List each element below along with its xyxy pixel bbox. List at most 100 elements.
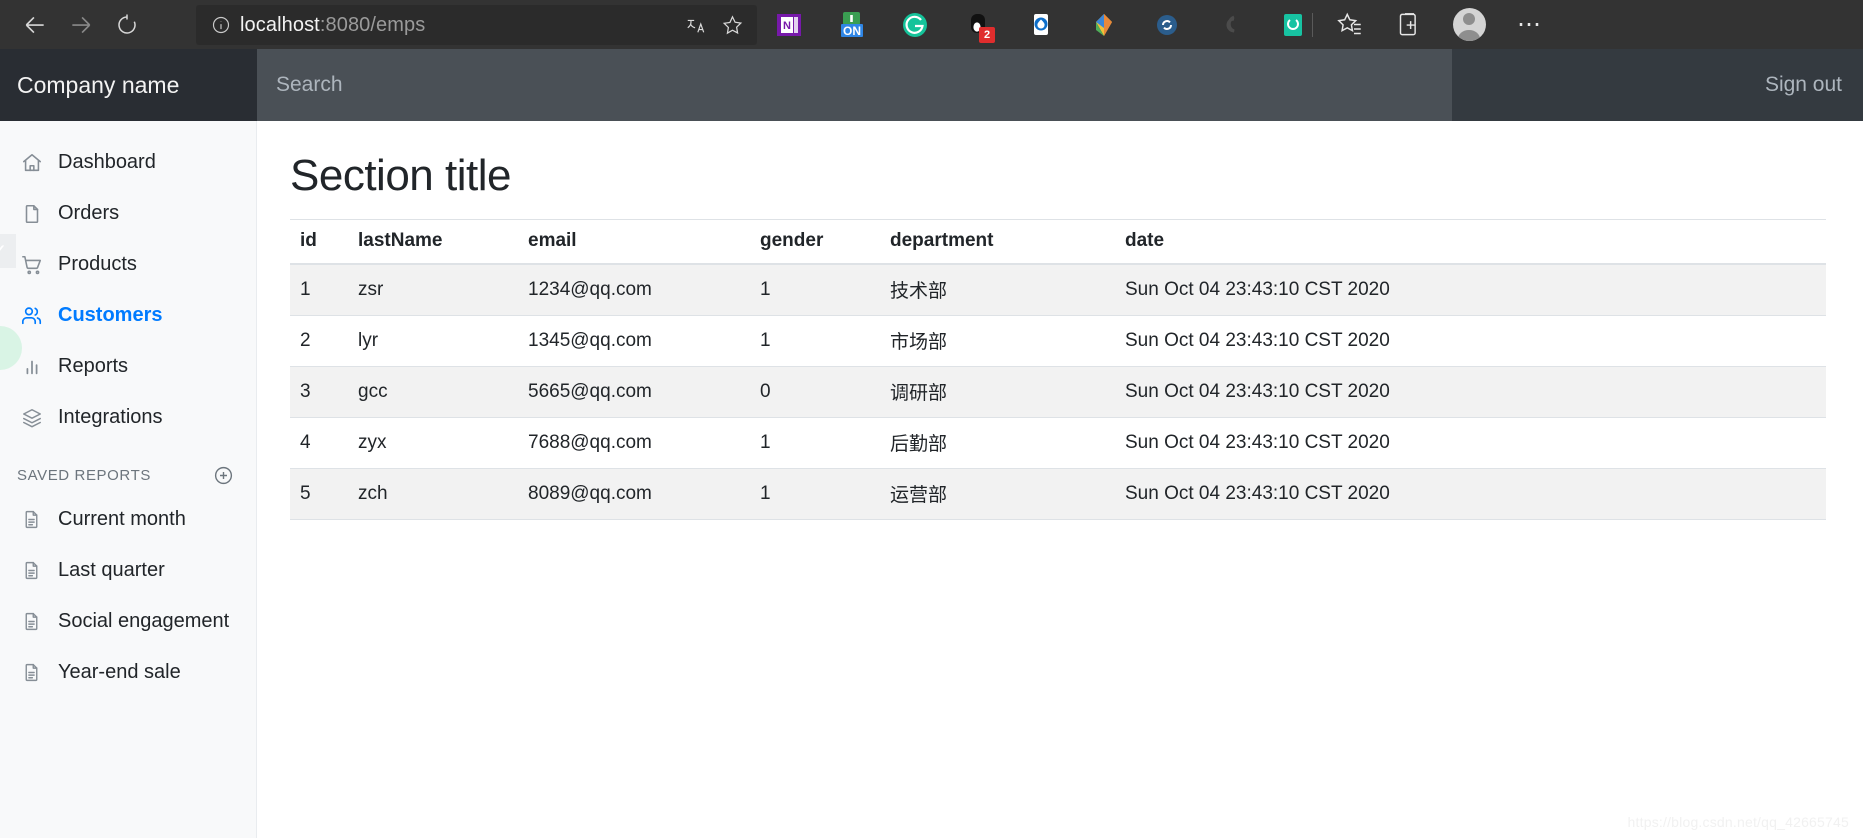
cell-gender: 1 (750, 315, 880, 367)
sidebar-item-label: Orders (58, 202, 120, 224)
sidebar-item-label: Reports (58, 355, 129, 377)
add-report-icon[interactable] (213, 465, 234, 486)
sidebar-item-label: Current month (58, 508, 186, 530)
table-row[interactable]: 2 lyr 1345@qq.com 1 市场部 Sun Oct 04 23:43… (290, 315, 1826, 367)
sidebar-item-label: Customers (58, 304, 163, 326)
brand-title[interactable]: Company name (0, 49, 257, 121)
table-row[interactable]: 3 gcc 5665@qq.com 0 调研部 Sun Oct 04 23:43… (290, 366, 1826, 418)
favorite-star-icon[interactable] (717, 10, 747, 40)
column-header-gender[interactable]: gender (750, 219, 880, 265)
cell-gender: 0 (750, 366, 880, 418)
layers-icon (17, 405, 46, 431)
cell-lastname: gcc (348, 366, 518, 418)
saved-reports-label: Saved reports (17, 467, 151, 484)
cell-email: 1234@qq.com (518, 264, 750, 316)
sidebar-item-label: Year-end sale (58, 661, 181, 683)
column-header-email[interactable]: email (518, 219, 750, 265)
translate-icon[interactable] (681, 10, 711, 40)
file-text-icon (17, 558, 46, 584)
cell-id: 4 (290, 417, 348, 469)
sidebar-item-customers[interactable]: Customers (0, 290, 256, 341)
table-header: id lastName email gender department date (290, 219, 1826, 265)
app-navbar: Company name Sign out (0, 49, 1863, 121)
search-input[interactable] (257, 49, 1452, 121)
sidebar-item-label: Last quarter (58, 559, 165, 581)
sidebar-item-products[interactable]: Products (0, 239, 256, 290)
svg-text:N: N (783, 20, 791, 32)
cell-department: 技术部 (880, 264, 1115, 316)
address-bar[interactable]: localhost:8080/emps (196, 5, 757, 45)
cell-department: 运营部 (880, 468, 1115, 520)
column-header-date[interactable]: date (1115, 219, 1826, 265)
grammarly-extension-icon[interactable] (883, 0, 946, 49)
saved-reports-heading: Saved reports (0, 443, 256, 494)
cell-department: 市场部 (880, 315, 1115, 367)
checkbox-artifact-icon: ✓ (0, 234, 16, 268)
table-row[interactable]: 1 zsr 1234@qq.com 1 技术部 Sun Oct 04 23:43… (290, 264, 1826, 316)
forward-icon[interactable] (58, 0, 104, 49)
cell-id: 1 (290, 264, 348, 316)
table-row[interactable]: 5 zch 8089@qq.com 1 运营部 Sun Oct 04 23:43… (290, 468, 1826, 520)
cell-email: 8089@qq.com (518, 468, 750, 520)
main-content: Section title id lastName email gender d… (257, 121, 1863, 838)
sign-out-button[interactable]: Sign out (1765, 73, 1842, 97)
column-header-lastname[interactable]: lastName (348, 219, 518, 265)
cell-date: Sun Oct 04 23:43:10 CST 2020 (1115, 417, 1826, 469)
sidebar: ✓ Dashboard Orders (0, 121, 257, 838)
profile-avatar[interactable] (1439, 0, 1499, 49)
cell-lastname: zyx (348, 417, 518, 469)
sidebar-item-label: Integrations (58, 406, 163, 428)
cell-date: Sun Oct 04 23:43:10 CST 2020 (1115, 264, 1826, 316)
users-icon (17, 303, 46, 329)
cell-id: 5 (290, 468, 348, 520)
spiral-extension-icon[interactable] (1198, 0, 1261, 49)
page-title: Section title (290, 151, 511, 200)
site-info-icon[interactable] (208, 15, 234, 35)
sidebar-item-last-quarter[interactable]: Last quarter (0, 545, 256, 596)
back-icon[interactable] (12, 0, 58, 49)
cell-lastname: zsr (348, 264, 518, 316)
extensions-tray: N ON 2 (757, 0, 1324, 49)
browser-toolbar: localhost:8080/emps N ON 2 ⋯ (0, 0, 1863, 49)
cell-email: 7688@qq.com (518, 417, 750, 469)
favorites-icon[interactable] (1319, 0, 1379, 49)
sidebar-item-label: Products (58, 253, 137, 275)
url-host: localhost (240, 13, 320, 36)
cell-gender: 1 (750, 264, 880, 316)
sidebar-item-current-month[interactable]: Current month (0, 494, 256, 545)
column-header-department[interactable]: department (880, 219, 1115, 265)
cell-date: Sun Oct 04 23:43:10 CST 2020 (1115, 315, 1826, 367)
reload-icon[interactable] (104, 0, 150, 49)
on-extension-icon[interactable]: ON (820, 0, 883, 49)
sync-extension-icon[interactable] (1135, 0, 1198, 49)
collections-icon[interactable] (1379, 0, 1439, 49)
avatar (1452, 8, 1486, 41)
sidebar-item-integrations[interactable]: Integrations (0, 392, 256, 443)
sidebar-item-reports[interactable]: Reports (0, 341, 256, 392)
cell-department: 后勤部 (880, 417, 1115, 469)
sidebar-item-orders[interactable]: Orders (0, 188, 256, 239)
column-header-id[interactable]: id (290, 219, 348, 265)
sidebar-item-year-end-sale[interactable]: Year-end sale (0, 647, 256, 698)
settings-and-more-icon[interactable]: ⋯ (1499, 0, 1561, 49)
cell-department: 调研部 (880, 366, 1115, 418)
shopping-cart-icon (17, 252, 46, 278)
cell-gender: 1 (750, 417, 880, 469)
water-drop-extension-icon[interactable] (1009, 0, 1072, 49)
notification-extension-icon[interactable]: 2 (946, 0, 1009, 49)
sidebar-item-label: Social engagement (58, 610, 230, 632)
cell-date: Sun Oct 04 23:43:10 CST 2020 (1115, 468, 1826, 520)
watermark: https://blog.csdn.net/qq_42665745 (1627, 814, 1849, 830)
file-text-icon (17, 660, 46, 686)
sidebar-item-dashboard[interactable]: Dashboard (0, 137, 256, 188)
file-text-icon (17, 507, 46, 533)
table-row[interactable]: 4 zyx 7688@qq.com 1 后勤部 Sun Oct 04 23:43… (290, 417, 1826, 469)
svg-text:ON: ON (843, 24, 861, 38)
table-header-row: id lastName email gender department date (290, 219, 1826, 265)
onenote-extension-icon[interactable]: N (757, 0, 820, 49)
sidebar-item-social-engagement[interactable]: Social engagement (0, 596, 256, 647)
extension-badge-count: 2 (979, 27, 995, 43)
cell-gender: 1 (750, 468, 880, 520)
colorful-diamond-extension-icon[interactable] (1072, 0, 1135, 49)
app-shell: Company name Sign out ✓ Dashboard O (0, 49, 1863, 838)
